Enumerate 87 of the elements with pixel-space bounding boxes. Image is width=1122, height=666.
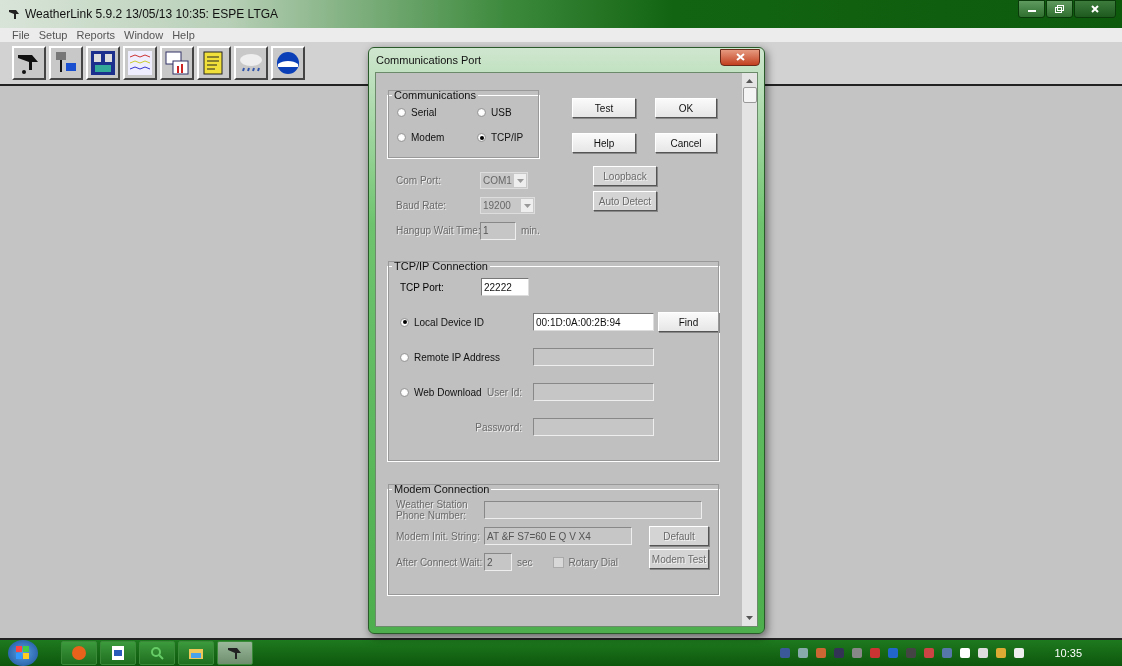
radio-option[interactable]: Web Download (400, 386, 482, 398)
radio-option[interactable]: USB (477, 107, 537, 118)
group-label: Communications (393, 89, 477, 101)
toolbar-button[interactable] (123, 46, 157, 80)
scrollbar[interactable] (742, 73, 757, 626)
toolbar-button[interactable] (49, 46, 83, 80)
menu-item[interactable]: Reports (76, 29, 115, 41)
close-button[interactable] (1074, 0, 1116, 18)
down-arrow-icon (746, 616, 753, 620)
radio-button[interactable] (400, 317, 409, 327)
text-field[interactable]: 00:1D:0A:00:2B:94 (533, 313, 654, 331)
group-label: TCP/IP Connection (393, 260, 489, 272)
field-label: After Connect Wait: (396, 556, 484, 568)
caret-icon (516, 178, 524, 183)
find-button[interactable]: Find (658, 312, 719, 332)
restore-button[interactable] (1046, 0, 1073, 18)
tray-icon[interactable] (1012, 646, 1027, 660)
caret-icon (523, 203, 531, 208)
dialog-button[interactable]: Cancel (655, 133, 717, 153)
radio-button[interactable] (400, 352, 409, 362)
radio-option[interactable]: Modem (397, 132, 477, 143)
globe-icon (275, 50, 301, 76)
station-icon (227, 645, 243, 661)
text-field[interactable] (533, 348, 654, 366)
tcp-port-field[interactable]: 22222 (481, 278, 529, 296)
radio-button[interactable] (400, 387, 409, 397)
radio-option[interactable]: TCP/IP (477, 132, 537, 143)
taskbar-button[interactable] (178, 641, 214, 665)
graph-icon (127, 50, 153, 76)
tray-icon[interactable] (994, 646, 1009, 660)
scroll-thumb[interactable] (742, 87, 757, 103)
document-icon (110, 645, 126, 661)
toolbar-button[interactable] (271, 46, 305, 80)
field-label: User Id: (487, 386, 522, 398)
charts-icon (164, 50, 190, 76)
clock: 10:35 (1054, 647, 1082, 659)
field-label: Baud Rate: (396, 200, 448, 211)
radio-button[interactable] (397, 108, 406, 117)
toolbar-button[interactable] (160, 46, 194, 80)
radio-button[interactable] (397, 133, 406, 142)
field-label: TCP Port: (400, 281, 445, 293)
close-icon (735, 53, 745, 61)
radio-option[interactable]: Serial (397, 107, 477, 118)
field-label: Password: (475, 421, 522, 433)
unit-label: sec (517, 556, 533, 568)
radio-button[interactable] (477, 133, 486, 142)
taskbar-button[interactable] (100, 641, 136, 665)
tray-icon[interactable] (976, 646, 991, 660)
field-label: Modem Init. String: (396, 530, 481, 542)
tray-icon[interactable] (958, 646, 973, 660)
toolbar-button[interactable] (12, 46, 46, 80)
field-label: Com Port: (396, 175, 442, 186)
start-button[interactable] (8, 640, 38, 666)
restore-icon (1055, 5, 1064, 13)
menu-item[interactable]: Window (124, 29, 164, 41)
field-label: Hangup Wait Time: (396, 225, 480, 236)
phone-field[interactable] (484, 501, 702, 519)
dialog-title: Communications Port (375, 54, 482, 66)
toolbar-button[interactable] (234, 46, 268, 80)
window-title: WeatherLink 5.9.2 13/05/13 10:35: ESPE LTGA (25, 7, 279, 21)
dialog-button[interactable]: Help (572, 133, 636, 153)
text-field[interactable] (533, 383, 654, 401)
windows-flag-icon (16, 646, 30, 660)
radio-option[interactable]: Remote IP Address (400, 351, 500, 363)
close-icon (1091, 5, 1099, 13)
field-label: Weather Station Phone Number: (396, 499, 469, 521)
menu-item[interactable]: Help (172, 29, 195, 41)
browser-icon (71, 645, 87, 661)
menu-item[interactable]: Setup (38, 29, 68, 41)
password-field[interactable] (533, 418, 654, 436)
magnifier-icon (149, 645, 165, 661)
radio-button[interactable] (477, 108, 486, 117)
radio-option[interactable]: Local Device ID (400, 316, 485, 328)
dialog-button[interactable]: OK (655, 98, 717, 118)
up-arrow-icon (746, 79, 753, 83)
toolbar-button[interactable] (86, 46, 120, 80)
station-icon (8, 8, 20, 20)
tray-icon[interactable] (796, 646, 811, 660)
menu-item[interactable]: File (12, 29, 30, 41)
toolbar-button[interactable] (197, 46, 231, 80)
taskbar-button[interactable] (217, 641, 253, 665)
console-icon (90, 50, 116, 76)
minimize-button[interactable] (1018, 0, 1045, 18)
close-button[interactable] (720, 48, 760, 66)
group-label: Modem Connection (393, 483, 491, 495)
dialog-button[interactable]: Test (572, 98, 636, 118)
unit-label: min. (521, 225, 540, 236)
